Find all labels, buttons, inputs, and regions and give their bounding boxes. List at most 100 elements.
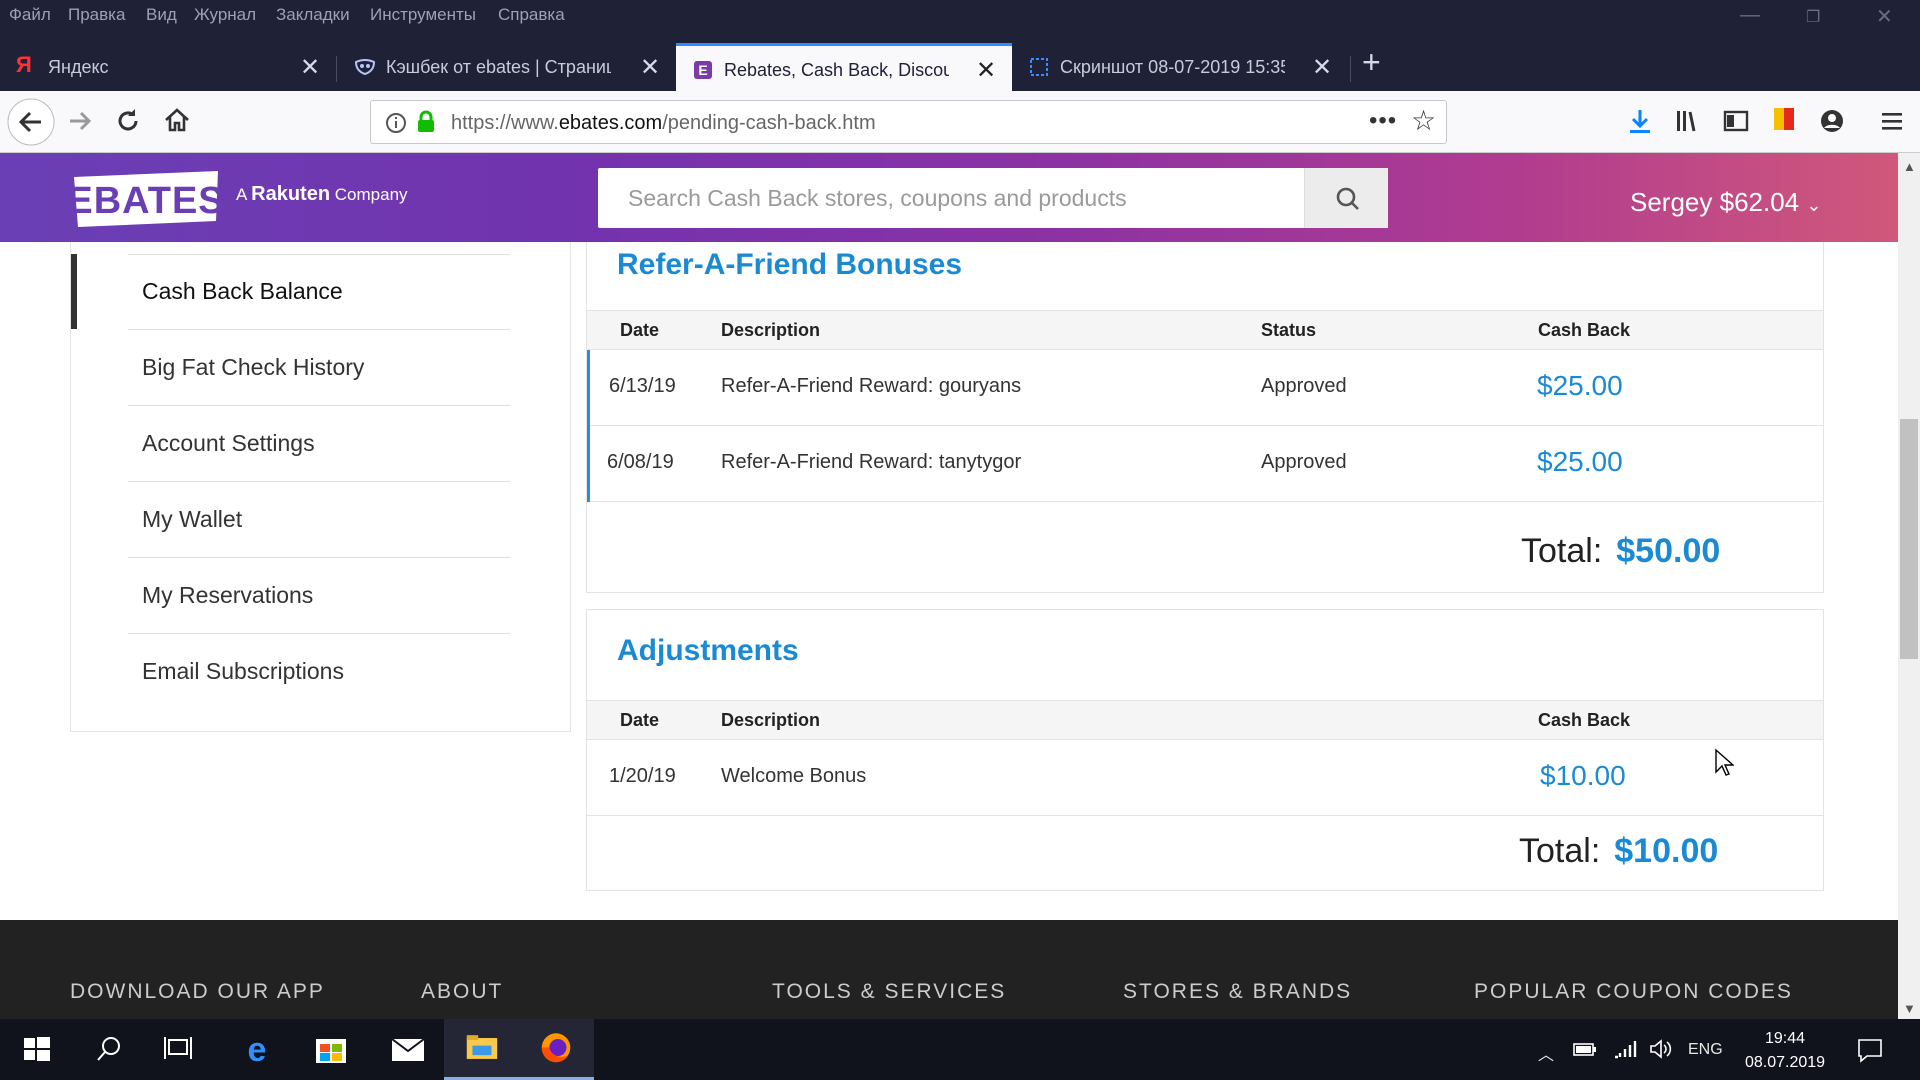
url-text[interactable]: https://www.ebates.com/pending-cash-back… (451, 112, 876, 135)
adjustments-title: Adjustments (617, 634, 799, 667)
chevron-down-icon: ⌄ (1806, 195, 1822, 215)
rakuten-tagline: A Rakuten Company (236, 183, 408, 206)
account-icon[interactable] (1818, 107, 1846, 135)
sidebar-item-my-reservations[interactable]: My Reservations (128, 558, 510, 634)
menu-help[interactable]: Справка (498, 5, 565, 25)
library-icon[interactable] (1674, 107, 1702, 135)
language-indicator[interactable]: ENG (1688, 1041, 1723, 1059)
menu-edit[interactable]: Правка (68, 5, 125, 25)
file-explorer-icon[interactable] (444, 1019, 519, 1080)
ebates-logo[interactable]: EBATES (70, 169, 222, 229)
footer-stores-brands[interactable]: STORES & BRANDS (1123, 980, 1352, 1004)
sidebar-toggle-icon[interactable] (1722, 107, 1750, 135)
bookmark-star-icon[interactable]: ☆ (1411, 104, 1436, 137)
row-status: Approved (1261, 375, 1347, 397)
system-clock[interactable]: 19:44 08.07.2019 (1740, 1027, 1830, 1075)
task-view-icon[interactable] (142, 1019, 217, 1080)
sidebar-item-cash-back-balance[interactable]: Cash Back Balance (128, 254, 510, 330)
reload-icon[interactable] (114, 107, 142, 135)
total-label: Total: (1519, 832, 1601, 870)
forward-icon[interactable] (66, 107, 94, 135)
header-description: Description (721, 320, 821, 340)
search-box (598, 168, 1388, 228)
page-scrollbar[interactable]: ▲ ▼ (1898, 153, 1920, 1019)
close-window-icon[interactable]: ✕ (1876, 4, 1893, 29)
store-icon[interactable] (294, 1019, 369, 1080)
footer-tools-services[interactable]: TOOLS & SERVICES (772, 980, 1006, 1004)
search-icon[interactable] (72, 1019, 147, 1080)
total-label: Total: (1521, 532, 1603, 570)
hamburger-menu-icon[interactable] (1878, 107, 1906, 135)
header-date: Date (620, 710, 660, 730)
minimize-icon[interactable]: — (1740, 4, 1760, 27)
sidebar-item-big-fat-check-history[interactable]: Big Fat Check History (128, 330, 510, 406)
menu-file[interactable]: Файл (9, 5, 51, 25)
refer-a-friend-title: Refer-A-Friend Bonuses (617, 248, 963, 281)
menu-bookmarks[interactable]: Закладки (276, 5, 350, 25)
header-status: Status (1261, 320, 1317, 340)
site-footer: DOWNLOAD OUR APP ABOUT TOOLS & SERVICES … (0, 920, 1898, 1019)
new-tab-icon[interactable]: + (1362, 44, 1381, 81)
battery-icon[interactable] (1572, 1039, 1598, 1059)
row-description: Welcome Bonus (721, 765, 867, 787)
header-cash-back: Cash Back (1538, 710, 1631, 730)
menu-history[interactable]: Журнал (194, 5, 256, 25)
total-value: $10.00 (1614, 832, 1719, 870)
tray-chevron-up-icon[interactable]: ︿ (1538, 1041, 1554, 1065)
row-cash-back: $25.00 (1537, 370, 1623, 401)
tab-yandex[interactable]: Я Яндекс ✕ (0, 43, 332, 91)
mail-icon[interactable] (370, 1019, 445, 1080)
lock-icon (418, 110, 434, 132)
scroll-up-icon[interactable]: ▲ (1903, 159, 1916, 174)
tab-rebates-active[interactable]: E Rebates, Cash Back, Discount C ✕ (676, 43, 1012, 91)
scroll-down-icon[interactable]: ▼ (1903, 1001, 1916, 1016)
firefox-icon[interactable] (519, 1019, 594, 1080)
restore-icon[interactable]: ❐ (1806, 7, 1820, 27)
footer-download-app[interactable]: DOWNLOAD OUR APP (70, 980, 325, 1004)
close-tab-icon[interactable]: ✕ (640, 53, 660, 82)
extension-flag-icon[interactable] (1770, 105, 1798, 135)
active-indicator (71, 254, 77, 329)
sidebar-item-email-subscriptions[interactable]: Email Subscriptions (128, 634, 510, 710)
table-row: 6/08/19 Refer-A-Friend Reward: tanytygor… (587, 426, 1823, 502)
svg-text:E: E (698, 62, 707, 78)
back-icon[interactable] (6, 97, 56, 147)
row-description: Refer-A-Friend Reward: tanytygor (721, 451, 1022, 473)
wifi-icon[interactable] (1612, 1037, 1638, 1061)
close-tab-icon[interactable]: ✕ (300, 53, 320, 82)
tab-screenshot[interactable]: Скриншот 08-07-2019 15:35:4 ✕ (1012, 43, 1348, 91)
screenshot-icon (1030, 58, 1048, 76)
footer-about[interactable]: ABOUT (421, 980, 503, 1004)
tagline-company: Company (334, 185, 408, 204)
address-bar[interactable]: https://www.ebates.com/pending-cash-back… (370, 100, 1447, 144)
yandex-icon: Я (16, 52, 32, 77)
menu-tools[interactable]: Инструменты (370, 5, 476, 25)
sidebar-item-label: Account Settings (142, 430, 315, 456)
info-icon[interactable] (385, 112, 407, 134)
row-status: Approved (1261, 451, 1347, 473)
user-balance-menu[interactable]: Sergey $62.04 ⌄ (1630, 187, 1821, 218)
menu-view[interactable]: Вид (146, 5, 177, 25)
search-button[interactable] (1304, 168, 1388, 228)
close-tab-icon[interactable]: ✕ (1312, 53, 1332, 82)
tab-ebates-cashback[interactable]: Кэшбек от ebates | Страница 3 ✕ (338, 43, 674, 91)
adjustments-panel: Adjustments Date Description Cash Back 1… (586, 609, 1824, 891)
footer-popular-coupon-codes[interactable]: POPULAR COUPON CODES (1474, 980, 1793, 1004)
download-icon[interactable] (1626, 107, 1654, 135)
edge-browser-icon[interactable]: e (219, 1019, 294, 1080)
header-date: Date (620, 320, 660, 340)
sidebar-item-label: Cash Back Balance (142, 278, 343, 304)
user-label: Sergey $62.04 (1630, 187, 1800, 217)
search-input[interactable] (598, 168, 1304, 228)
notifications-icon[interactable] (1856, 1037, 1884, 1063)
row-date: 6/13/19 (609, 375, 676, 397)
windows-start-icon[interactable] (0, 1019, 75, 1080)
volume-icon[interactable] (1648, 1037, 1672, 1061)
table-header: Date Description Cash Back (587, 700, 1823, 740)
sidebar-item-my-wallet[interactable]: My Wallet (128, 482, 510, 558)
sidebar-item-account-settings[interactable]: Account Settings (128, 406, 510, 482)
scrollbar-thumb[interactable] (1900, 419, 1918, 659)
page-actions-icon[interactable]: ••• (1369, 107, 1397, 135)
close-tab-icon[interactable]: ✕ (976, 56, 996, 85)
home-icon[interactable] (162, 105, 192, 135)
